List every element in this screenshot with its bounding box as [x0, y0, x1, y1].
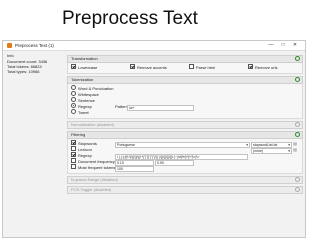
total-types: Total types: 10966	[7, 69, 40, 74]
minimize-button[interactable]: —	[265, 42, 277, 48]
ngrams-title: N-grams Range (disabled)	[71, 177, 118, 182]
power-icon[interactable]	[295, 132, 300, 137]
stopwords-checkbox[interactable]: Stopwords	[71, 140, 97, 146]
filtering-section: Stopwords Portuguese stopwordList.txt ▤ …	[67, 139, 303, 174]
slide-title: Preprocess Text	[62, 8, 198, 29]
power-icon[interactable]	[295, 56, 300, 61]
tweet-radio[interactable]: Tweet	[71, 109, 299, 116]
regexp-filter-checkbox[interactable]: Regexp	[71, 152, 92, 158]
normalization-title: Normalization (disabled)	[71, 122, 115, 127]
normalization-header[interactable]: Normalization (disabled)	[67, 121, 303, 129]
most-frequent-checkbox[interactable]: Most frequent tokens	[71, 164, 115, 170]
window-title: Preprocess Text (1)	[15, 43, 54, 48]
document-frequency-checkbox[interactable]: Document frequency	[71, 158, 115, 164]
filtering-title: Filtering	[71, 132, 86, 137]
folder-icon[interactable]: ▤	[293, 142, 297, 146]
remove-urls-checkbox[interactable]: Remove urls	[248, 64, 277, 71]
settings-panel: Transformation Lowercase Remove accents …	[67, 53, 303, 194]
lowercase-checkbox[interactable]: Lowercase	[71, 64, 97, 71]
remove-accents-checkbox[interactable]: Remove accents	[130, 64, 167, 71]
window-titlebar: Preprocess Text (1) — □ ✕	[3, 41, 305, 51]
folder-icon[interactable]: ▤	[293, 148, 297, 152]
filtering-header[interactable]: Filtering	[67, 131, 303, 139]
power-icon[interactable]	[295, 77, 300, 82]
tokenization-title: Tokenization	[71, 77, 94, 82]
pos-header[interactable]: POS Tagger (disabled)	[67, 186, 303, 194]
transformation-header[interactable]: Transformation	[67, 55, 303, 63]
window-controls: — □ ✕	[265, 42, 301, 48]
power-icon[interactable]	[295, 177, 300, 182]
ngrams-header[interactable]: N-grams Range (disabled)	[67, 176, 303, 184]
transformation-section: Lowercase Remove accents Parse html Remo…	[67, 63, 303, 74]
power-icon[interactable]	[295, 187, 300, 192]
app-icon	[7, 43, 12, 48]
tokenization-header[interactable]: Tokenization	[67, 76, 303, 84]
maximize-button[interactable]: □	[277, 42, 289, 48]
close-button[interactable]: ✕	[289, 42, 301, 48]
most-frequent-input[interactable]: 100	[115, 166, 154, 172]
pos-title: POS Tagger (disabled)	[71, 187, 112, 192]
transformation-title: Transformation	[71, 56, 98, 61]
lexicon-checkbox[interactable]: Lexicon	[71, 146, 92, 152]
info-panel: Info Document count: 3436 Total tokens: …	[7, 53, 62, 74]
preprocess-window: Preprocess Text (1) — □ ✕ Info Document co…	[2, 40, 306, 238]
info-header: Info	[7, 53, 14, 58]
tokenization-section: Word & Punctuation Whitespace Sentence R…	[67, 84, 303, 119]
parse-html-checkbox[interactable]: Parse html	[189, 64, 215, 71]
regexp-radio[interactable]: Regexp	[71, 103, 92, 109]
power-icon[interactable]	[295, 122, 300, 127]
